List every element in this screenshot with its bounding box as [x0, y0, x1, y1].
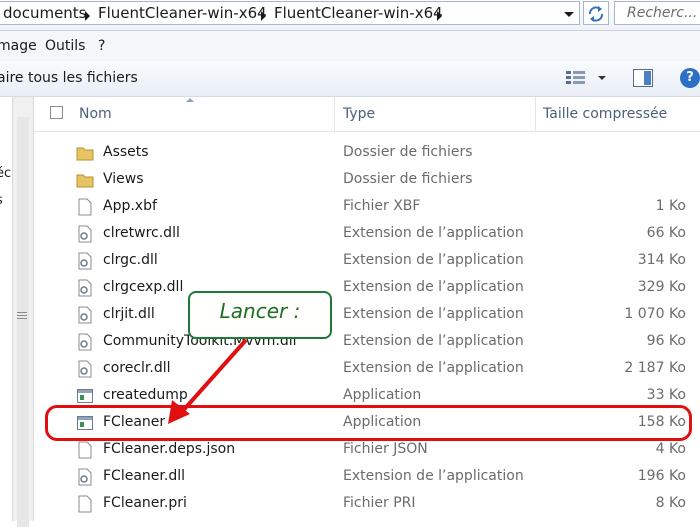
- callout-box: Lancer :: [188, 291, 332, 339]
- annotation-arrow-icon: [168, 338, 248, 424]
- callout-text: Lancer :: [219, 299, 301, 323]
